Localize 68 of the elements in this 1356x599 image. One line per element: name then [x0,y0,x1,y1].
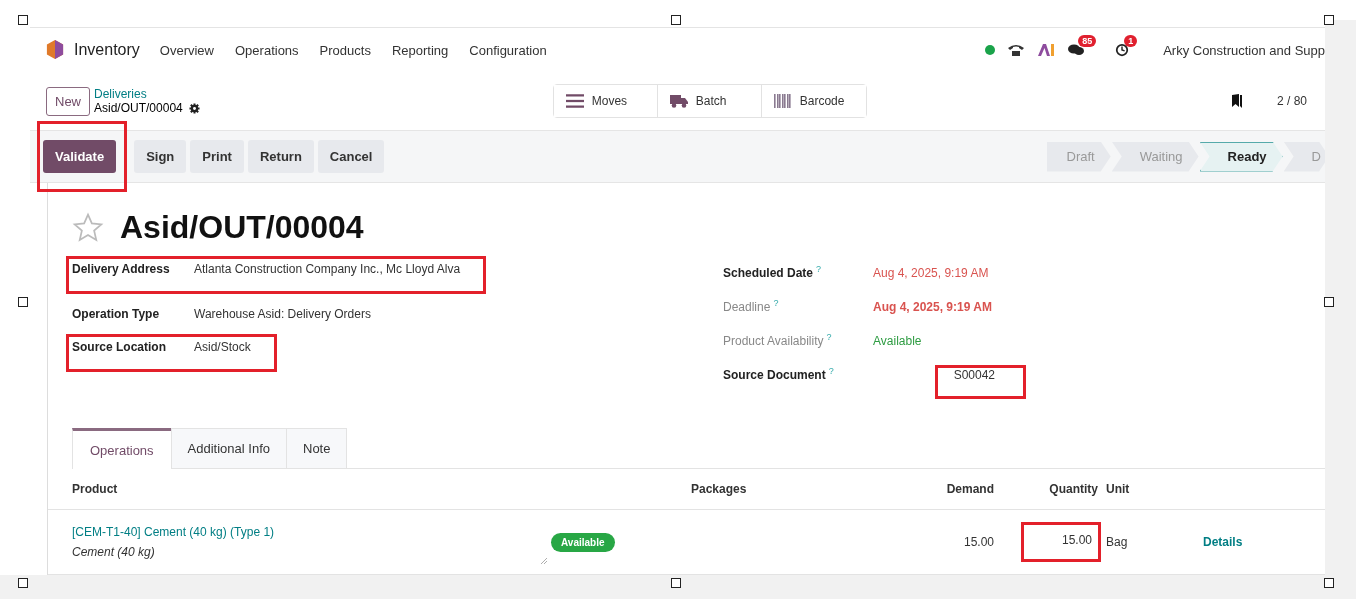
pager-value[interactable]: 2 / 80 [1276,94,1307,108]
stage-step[interactable]: Ready [1199,141,1283,172]
field-label: Product Availability [723,334,824,348]
availability-badge: Available [551,532,615,552]
record-title: Asid/OUT/00004 [120,209,364,246]
action-button[interactable]: Validate [43,140,117,173]
field-label: Delivery Address [72,262,171,276]
field-label: Operation Type [72,307,161,321]
table-cell-text: Bag [1105,535,1129,549]
resize-handle[interactable] [1324,578,1334,588]
resize-handle[interactable] [18,15,28,25]
company-name[interactable]: Arky Construction and Supp [1163,42,1325,58]
tab[interactable]: Operations [72,428,172,469]
tab[interactable]: Note [286,428,348,468]
table-cell[interactable]: 15.00 [1024,525,1098,559]
barcode-icon [773,94,792,108]
field-value[interactable]: Aug 4, 2025, 9:19 AM [873,266,1023,280]
notification-badge: 1 [1124,35,1138,47]
resize-handle[interactable] [18,297,28,307]
menu-item[interactable]: Configuration [469,42,547,58]
action-button[interactable]: Print [190,140,244,173]
details-link[interactable]: Details [1203,535,1243,549]
field-label: Source Document [723,368,826,382]
truck-icon [669,94,688,108]
menu-item[interactable]: Operations [235,42,299,58]
field-value[interactable]: Asid/Stock [194,340,251,354]
action-button[interactable]: Return [247,140,314,173]
resize-handle[interactable] [671,15,681,25]
table-cell-text: 15.00 [962,535,994,549]
field-label: Scheduled Date [723,266,814,280]
settings-icon[interactable] [188,102,200,114]
field-value[interactable]: S00042 [937,368,1023,396]
tab[interactable]: Additional Info [170,428,287,468]
resize-handle[interactable] [671,578,681,588]
menu-item[interactable]: Reporting [391,42,449,58]
bookmark-icon[interactable] [1230,93,1243,109]
field-label: Source Location [72,340,167,354]
field-value[interactable]: Aug 4, 2025, 9:19 AM [873,300,1023,314]
chat-icon[interactable] [1067,43,1086,57]
column-header[interactable]: Demand [901,482,994,496]
app-logo-icon[interactable] [46,40,64,60]
column-header[interactable]: Product [48,482,561,496]
field-value[interactable]: Warehouse Asid: Delivery Orders [194,307,371,321]
app-name[interactable]: Inventory [74,41,140,59]
ai-icon[interactable] [1037,43,1056,57]
list-icon [565,94,584,108]
action-button[interactable]: Cancel [317,140,385,173]
new-button[interactable]: New [46,86,90,116]
notification-badge: 85 [1078,35,1097,47]
star-icon[interactable] [72,211,104,244]
column-header[interactable]: Packages [691,482,901,496]
field-value[interactable]: Atlanta Construction Company Inc., Mc Lloyd Alva [194,262,461,276]
field-value[interactable]: Available [873,334,1023,348]
menu-item[interactable]: Overview [159,42,214,58]
column-header[interactable]: Unit [1098,482,1193,496]
resize-handle[interactable] [1324,15,1334,25]
menu-item[interactable]: Products [319,42,371,58]
field-label: Deadline [723,300,771,314]
resize-handle[interactable] [18,578,28,588]
breadcrumb-current: Asid/OUT/00004 [94,101,183,115]
action-button[interactable]: Sign [134,140,187,173]
phone-icon[interactable] [1007,43,1026,57]
column-header[interactable]: Quantity [994,482,1098,496]
resize-handle[interactable] [1324,297,1334,307]
resize-grip-icon [541,558,547,564]
breadcrumb-link[interactable]: Deliveries [94,87,200,101]
product-description: Cement (40 kg) [72,545,156,559]
smart-button[interactable]: Moves [553,85,658,117]
